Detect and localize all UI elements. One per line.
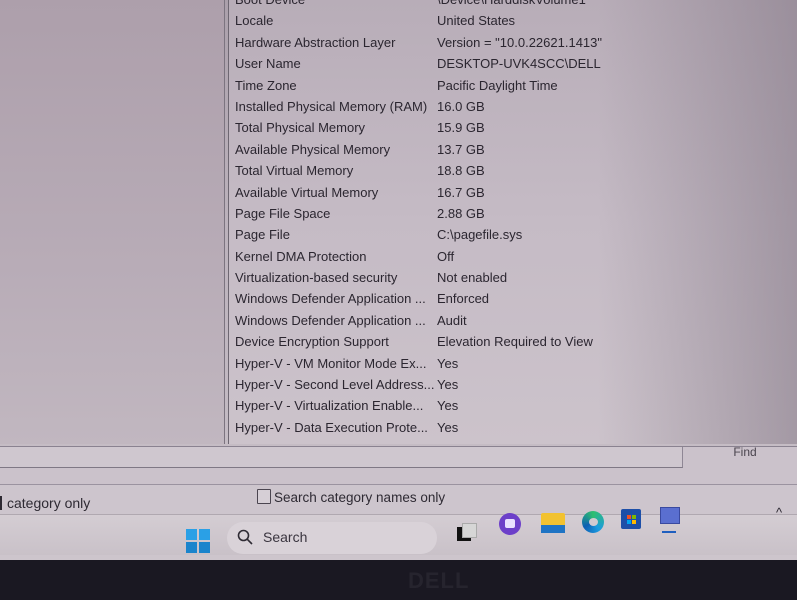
details-item-value: \Device\HarddiskVolume1 [437, 0, 586, 7]
search-icon [237, 529, 253, 545]
details-item-name: Windows Defender Application ... [235, 291, 426, 307]
taskbar-search-box[interactable]: Search [227, 522, 437, 554]
details-item-name: Page File Space [235, 205, 331, 221]
details-item-value: 13.7 GB [437, 141, 485, 157]
details-item-value: 2.88 GB [437, 205, 485, 221]
edge-browser-icon[interactable] [582, 511, 604, 533]
details-item-value: United States [437, 13, 516, 29]
windows-start-icon[interactable] [186, 529, 210, 553]
details-item-value: Yes [437, 419, 459, 435]
meet-chat-icon[interactable] [499, 513, 521, 535]
search-category-names-option[interactable]: Search category names only [257, 489, 445, 505]
details-item-value: 16.0 GB [437, 98, 485, 114]
checkbox-edge [0, 496, 2, 510]
details-item-name: User Name [235, 56, 301, 72]
find-bar: Find [0, 446, 797, 485]
details-item-value: DESKTOP-UVK4SCC\DELL [437, 56, 601, 72]
details-item-name: Kernel DMA Protection [235, 248, 367, 264]
details-item-name: Hyper-V - Virtualization Enable... [235, 398, 424, 414]
details-item-value: Version = "10.0.22621.1413" [437, 34, 603, 50]
dell-logo: DELL [408, 568, 470, 593]
search-selected-category-label: category only [7, 495, 91, 511]
details-item-value: C:\pagefile.sys [437, 227, 523, 243]
taskbar: Search ^ [0, 505, 797, 555]
category-tree-pane[interactable] [0, 0, 225, 444]
details-item-name: Hardware Abstraction Layer [235, 34, 396, 50]
details-item-name: Available Virtual Memory [235, 184, 379, 200]
details-item-value: Elevation Required to View [437, 334, 593, 350]
system-information-icon[interactable] [660, 507, 682, 533]
details-item-name: Available Physical Memory [235, 141, 391, 157]
details-item-name: Page File [235, 227, 290, 243]
details-item-value: 18.8 GB [437, 163, 485, 179]
details-item-value: Yes [437, 377, 459, 393]
details-item-value: Audit [437, 312, 467, 328]
details-item-value: Yes [437, 355, 459, 371]
find-what-input[interactable] [0, 447, 683, 468]
details-item-name: Installed Physical Memory (RAM) [235, 98, 428, 114]
details-item-name: Hyper-V - Data Execution Prote... [235, 419, 428, 435]
details-item-name: Device Encryption Support [235, 334, 389, 350]
details-item-value: Yes [437, 398, 459, 414]
microsoft-store-icon[interactable] [621, 509, 643, 531]
details-item-name: Total Physical Memory [235, 120, 366, 136]
search-category-names-checkbox[interactable] [257, 489, 271, 504]
task-view-icon[interactable] [457, 523, 479, 545]
search-selected-category-option[interactable]: category only [0, 495, 90, 511]
file-explorer-icon[interactable] [541, 511, 565, 533]
details-item-name: Windows Defender Application ... [235, 312, 426, 328]
details-item-name: Hyper-V - VM Monitor Mode Ex... [235, 355, 427, 371]
screen-glare [598, 0, 797, 444]
details-item-value: Not enabled [437, 270, 508, 286]
details-pane[interactable]: Boot Device\Device\HarddiskVolume1 Locale… [228, 0, 797, 444]
details-item-value: Pacific Daylight Time [437, 77, 558, 93]
details-item-value: 15.9 GB [437, 120, 485, 136]
find-button[interactable]: Find [700, 446, 790, 469]
details-item-value: Off [437, 248, 455, 264]
screen: Boot Device\Device\HarddiskVolume1 Locale… [0, 0, 797, 560]
search-category-names-label: Search category names only [274, 490, 446, 505]
details-item-name: Locale [235, 13, 274, 29]
details-item-name: Virtualization-based security [235, 270, 398, 286]
details-item-value: Enforced [437, 291, 490, 307]
details-item-name: Total Virtual Memory [235, 163, 354, 179]
details-item-name: Boot Device [235, 0, 435, 7]
taskbar-search-label: Search [263, 529, 308, 545]
details-item-value: 16.7 GB [437, 184, 485, 200]
details-item-name: Hyper-V - Second Level Address... [235, 377, 435, 393]
show-hidden-icons-chevron-icon[interactable]: ^ [776, 505, 782, 520]
details-item-name: Time Zone [235, 77, 297, 93]
